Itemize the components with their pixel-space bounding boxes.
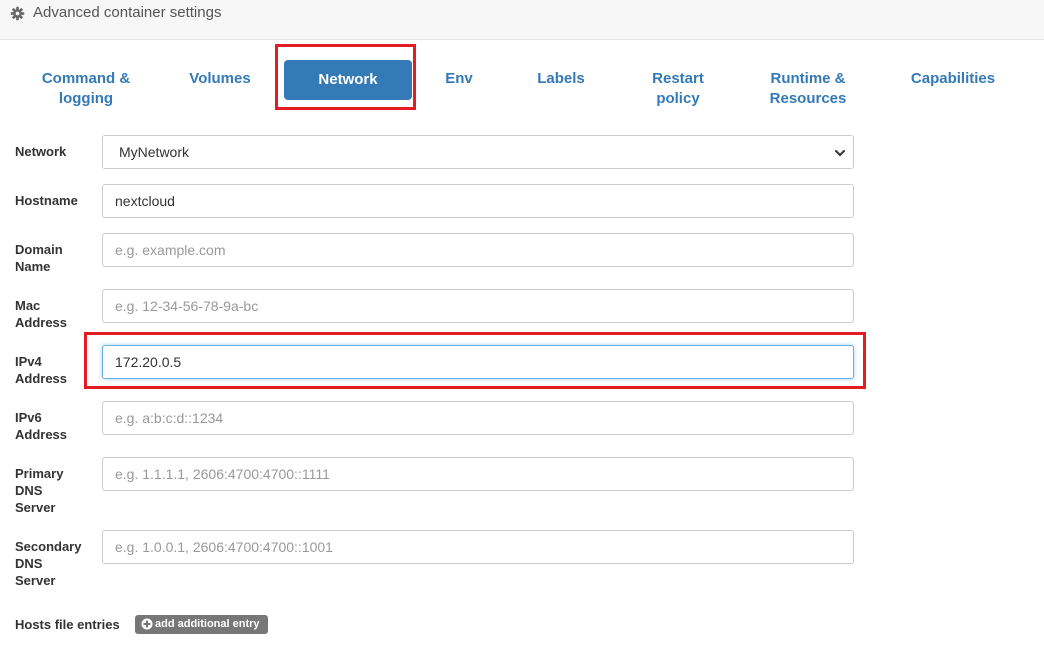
network-tab-highlight (275, 44, 416, 110)
label-line1: IPv4 (15, 354, 42, 369)
tab-capabilities[interactable]: Capabilities (902, 69, 1004, 89)
tab-volumes[interactable]: Volumes (180, 69, 260, 89)
secondary-dns-input[interactable] (102, 530, 854, 564)
tab-label: Capabilities (910, 70, 996, 87)
hostname-input[interactable] (102, 184, 854, 218)
tab-labels[interactable]: Labels (530, 69, 592, 89)
mac-address-label: Mac Address (15, 297, 95, 331)
network-label: Network (15, 144, 67, 159)
gear-icon (10, 6, 25, 21)
network-select-value: MyNetwork (119, 144, 190, 160)
label-line2: DNS (15, 483, 43, 498)
panel-header: Advanced container settings (0, 0, 1044, 40)
label-line1: IPv6 (15, 410, 42, 425)
hosts-file-entries-label: Hosts file entries (15, 617, 120, 632)
tab-label-line1: Restart (652, 70, 704, 87)
ipv6-address-input[interactable] (102, 401, 854, 435)
mac-address-input[interactable] (102, 289, 854, 323)
primary-dns-input[interactable] (102, 457, 854, 491)
label-line1: Secondary (15, 539, 82, 554)
tab-label: Labels (537, 70, 585, 87)
tab-label-line2: logging (58, 90, 114, 107)
hostname-label: Hostname (15, 193, 78, 208)
tab-env[interactable]: Env (438, 69, 480, 89)
label-line1: Domain (15, 242, 63, 257)
label-line2: Name (15, 259, 51, 274)
secondary-dns-label: Secondary DNS Server (15, 538, 95, 589)
advanced-container-settings-panel: Advanced container settings Command & lo… (0, 0, 1044, 665)
primary-dns-label: Primary DNS Server (15, 465, 95, 516)
ipv4-field-highlight (84, 332, 866, 389)
label-line2: Address (15, 315, 68, 330)
tab-label: Env (445, 70, 473, 87)
tab-runtime-resources[interactable]: Runtime & Resources (760, 69, 856, 109)
label-line2: DNS (15, 556, 43, 571)
panel-title: Advanced container settings (33, 4, 222, 21)
ipv4-address-label: IPv4 Address (15, 353, 95, 387)
add-entry-button-label: add additional entry (155, 618, 260, 630)
tab-label-line1: Runtime & (770, 70, 846, 87)
plus-circle-icon (141, 618, 153, 630)
add-additional-entry-button[interactable]: add additional entry (135, 615, 268, 634)
label-line3: Server (15, 500, 56, 515)
tab-label-line1: Command & (41, 70, 131, 87)
label-line1: Mac (15, 298, 41, 313)
chevron-down-icon (835, 150, 845, 156)
label-line2: Address (15, 427, 68, 442)
domain-name-input[interactable] (102, 233, 854, 267)
tab-label-line2: policy (656, 90, 700, 107)
label-line3: Server (15, 573, 56, 588)
network-select[interactable]: MyNetwork (102, 135, 854, 169)
tab-command-logging[interactable]: Command & logging (30, 69, 142, 109)
label-line2: Address (15, 371, 68, 386)
tab-restart-policy[interactable]: Restart policy (642, 69, 714, 109)
tab-label: Volumes (189, 70, 251, 87)
domain-name-label: Domain Name (15, 241, 95, 275)
ipv6-address-label: IPv6 Address (15, 409, 95, 443)
tab-label-line2: Resources (769, 90, 847, 107)
label-line1: Primary (15, 466, 64, 481)
